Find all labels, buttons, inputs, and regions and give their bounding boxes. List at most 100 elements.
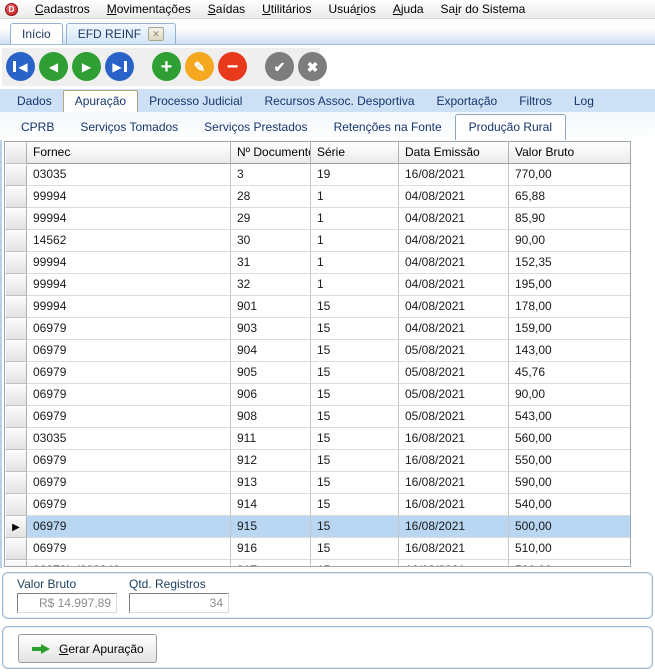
- cell-fornecedor[interactable]: 14562: [27, 230, 231, 252]
- cell-documento[interactable]: 903: [231, 318, 311, 340]
- row-indicator[interactable]: [5, 208, 27, 230]
- cell-serie[interactable]: 15: [311, 406, 399, 428]
- cell-documento[interactable]: 912: [231, 450, 311, 472]
- cell-fornecedor[interactable]: 06979: [27, 406, 231, 428]
- cell-documento[interactable]: 914: [231, 494, 311, 516]
- column-header-data-emissao[interactable]: Data Emissão: [399, 142, 509, 164]
- table-row[interactable]: 069799121516/08/2021550,00: [5, 450, 630, 472]
- cell-documento[interactable]: 29: [231, 208, 311, 230]
- cell-documento[interactable]: 3: [231, 164, 311, 186]
- cell-data_emissao[interactable]: 04/08/2021: [399, 186, 509, 208]
- cell-valor_bruto[interactable]: 543,00: [509, 406, 631, 428]
- cell-valor_bruto[interactable]: 510,00: [509, 538, 631, 560]
- cell-documento[interactable]: 915: [231, 516, 311, 538]
- window-tab-efd-reinf[interactable]: EFD REINF✕: [66, 23, 176, 44]
- first-record-button[interactable]: ◀: [6, 52, 35, 81]
- cell-valor_bruto[interactable]: 85,90: [509, 208, 631, 230]
- menu-item-saidas[interactable]: Saídas: [208, 2, 245, 16]
- valor-bruto-field[interactable]: [17, 593, 117, 613]
- cell-documento[interactable]: 911: [231, 428, 311, 450]
- tab-close-icon[interactable]: ✕: [148, 27, 164, 41]
- next-record-button[interactable]: ▶: [72, 52, 101, 81]
- cell-documento[interactable]: 916: [231, 538, 311, 560]
- delete-record-button[interactable]: −: [218, 52, 247, 81]
- cell-data_emissao[interactable]: 16/08/2021: [399, 538, 509, 560]
- menu-item-cadastros[interactable]: Cadastros: [35, 2, 90, 16]
- tab-processo-judicial[interactable]: Processo Judicial: [138, 91, 253, 112]
- subtab-servicos-prestados[interactable]: Serviços Prestados: [191, 115, 320, 140]
- cell-serie[interactable]: 15: [311, 494, 399, 516]
- table-row[interactable]: 1456230104/08/202190,00: [5, 230, 630, 252]
- prior-record-button[interactable]: ◀: [39, 52, 68, 81]
- cell-fornecedor[interactable]: 99994: [27, 252, 231, 274]
- subtab-retencoes-na-fonte[interactable]: Retenções na Fonte: [321, 115, 455, 140]
- column-header-serie[interactable]: Série: [311, 142, 399, 164]
- table-row[interactable]: 069799061505/08/202190,00: [5, 384, 630, 406]
- table-row[interactable]: 9999431104/08/2021152,35: [5, 252, 630, 274]
- column-header-valor-bruto[interactable]: Valor Bruto: [509, 142, 631, 164]
- subtab-cprb[interactable]: CPRB: [8, 115, 67, 140]
- cell-data_emissao[interactable]: 16/08/2021: [399, 450, 509, 472]
- cell-fornecedor[interactable]: 99994: [27, 186, 231, 208]
- menu-item-movimentacoes[interactable]: Movimentações: [107, 2, 191, 16]
- cell-fornecedor[interactable]: 99994: [27, 208, 231, 230]
- cancel-button[interactable]: ✖: [298, 52, 327, 81]
- cell-fornecedor[interactable]: 03035: [27, 164, 231, 186]
- cell-data_emissao[interactable]: 04/08/2021: [399, 274, 509, 296]
- cell-data_emissao[interactable]: 05/08/2021: [399, 362, 509, 384]
- cell-valor_bruto[interactable]: 560,00: [509, 428, 631, 450]
- cell-valor_bruto[interactable]: 590,00: [509, 472, 631, 494]
- cell-serie[interactable]: 15: [311, 538, 399, 560]
- confirm-button[interactable]: ✔: [265, 52, 294, 81]
- cell-data_emissao[interactable]: 16/08/2021: [399, 516, 509, 538]
- cell-valor_bruto[interactable]: 159,00: [509, 318, 631, 340]
- row-indicator[interactable]: [5, 164, 27, 186]
- tab-filtros[interactable]: Filtros: [508, 91, 563, 112]
- cell-data_emissao[interactable]: 16/08/2021: [399, 472, 509, 494]
- cell-serie[interactable]: 15: [311, 450, 399, 472]
- row-indicator[interactable]: [5, 494, 27, 516]
- cell-valor_bruto[interactable]: 540,00: [509, 494, 631, 516]
- row-indicator[interactable]: [5, 362, 27, 384]
- row-indicator[interactable]: [5, 472, 27, 494]
- row-indicator[interactable]: [5, 252, 27, 274]
- cell-valor_bruto[interactable]: 90,00: [509, 230, 631, 252]
- cell-fornecedor[interactable]: 06979: [27, 472, 231, 494]
- cell-documento[interactable]: 904: [231, 340, 311, 362]
- cell-data_emissao[interactable]: 16/08/2021: [399, 560, 509, 567]
- table-row[interactable]: 069799081505/08/2021543,00: [5, 406, 630, 428]
- cell-serie[interactable]: 19: [311, 164, 399, 186]
- cell-documento[interactable]: 913: [231, 472, 311, 494]
- table-row[interactable]: 9999432104/08/2021195,00: [5, 274, 630, 296]
- cell-data_emissao[interactable]: 16/08/2021: [399, 494, 509, 516]
- cell-serie[interactable]: 15: [311, 296, 399, 318]
- cell-serie[interactable]: 1: [311, 230, 399, 252]
- cell-serie[interactable]: 1: [311, 208, 399, 230]
- tab-dados[interactable]: Dados: [6, 91, 63, 112]
- cell-fornecedor[interactable]: 03035: [27, 428, 231, 450]
- cell-valor_bruto[interactable]: 178,00: [509, 296, 631, 318]
- subtab-producao-rural[interactable]: Produção Rural: [455, 114, 566, 140]
- column-header-fornec[interactable]: Fornec: [27, 142, 231, 164]
- window-tab-inicio[interactable]: Início: [10, 23, 63, 44]
- table-row[interactable]: 9999428104/08/202165,88: [5, 186, 630, 208]
- cell-documento[interactable]: 28: [231, 186, 311, 208]
- cell-data_emissao[interactable]: 04/08/2021: [399, 252, 509, 274]
- cell-fornecedor[interactable]: 06979: [27, 538, 231, 560]
- table-row[interactable]: 0303531916/08/2021770,00: [5, 164, 630, 186]
- column-header-n-documento[interactable]: Nº Documento: [231, 142, 311, 164]
- cell-valor_bruto[interactable]: 45,76: [509, 362, 631, 384]
- cell-fornecedor[interactable]: 06979: [27, 516, 231, 538]
- cell-documento[interactable]: 32: [231, 274, 311, 296]
- tab-recursos-assoc-desportiva[interactable]: Recursos Assoc. Desportiva: [253, 91, 425, 112]
- cell-serie[interactable]: 1: [311, 274, 399, 296]
- cell-fornecedor[interactable]: 99994: [27, 296, 231, 318]
- cell-serie[interactable]: 15: [311, 318, 399, 340]
- row-indicator[interactable]: [5, 230, 27, 252]
- cell-data_emissao[interactable]: 16/08/2021: [399, 428, 509, 450]
- cell-valor_bruto[interactable]: 550,00: [509, 450, 631, 472]
- row-indicator[interactable]: [5, 274, 27, 296]
- tab-log[interactable]: Log: [563, 91, 605, 112]
- cell-fornecedor[interactable]: 06979: [27, 494, 231, 516]
- cell-documento[interactable]: 908: [231, 406, 311, 428]
